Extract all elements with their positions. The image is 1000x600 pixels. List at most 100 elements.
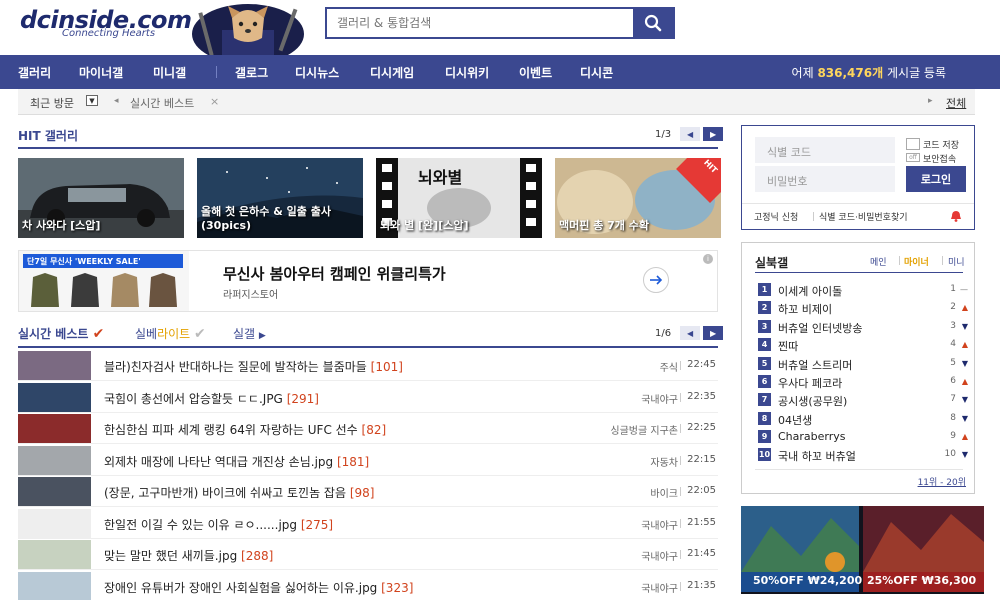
rank-gallery-name[interactable]: 버츄얼 스트리머	[778, 357, 852, 373]
hit-card[interactable]: 올해 첫 은하수 & 일출 출사 (30pics)	[197, 158, 363, 238]
realtime-tab-minor[interactable]: 마이너	[904, 255, 929, 268]
post-row[interactable]: 한심한심 피파 세계 랭킹 64위 자랑하는 UFC 선수 [82] 싱글벙글 …	[18, 413, 718, 444]
rank-gallery-name[interactable]: 이세계 아이돌	[778, 283, 842, 299]
post-divider	[680, 361, 681, 370]
realtime-tab-divider	[942, 256, 943, 265]
tab-silbe-light[interactable]: 실베라이트 ✔	[135, 325, 206, 342]
post-title[interactable]: 블라)친자검사 반대하나는 질문에 발작하는 블줌마들 [101]	[104, 358, 403, 375]
search-button[interactable]	[633, 9, 673, 37]
rank-gallery-name[interactable]: 국내 하꼬 버츄얼	[778, 448, 856, 464]
ad-left-discount: 50%OFF	[753, 574, 804, 587]
post-title[interactable]: 외제차 매장에 나타난 역대급 개진상 손님.jpg [181]	[104, 453, 369, 470]
post-title[interactable]: 장애인 유튜버가 장애인 사회실험을 싫어하는 이유.jpg [323]	[104, 579, 413, 596]
game-ad[interactable]: 50%OFF ₩24,200 25%OFF ₩36,300	[741, 506, 984, 594]
play-icon: ▶	[258, 331, 266, 341]
ad-banner[interactable]: 단7일 무신사 'WEEKLY SALE' 무신사 봄아우터 캠페인 위클리특가…	[18, 250, 718, 312]
live-next-button[interactable]: ▶	[703, 326, 724, 340]
rank-gallery-name[interactable]: 버츄얼 인터넷방송	[778, 320, 862, 336]
post-gallery[interactable]: 자동차	[650, 454, 678, 469]
hit-card[interactable]: HIT 맥머핀 총 7개 수확	[555, 158, 721, 238]
nav-minor-gallery[interactable]: 마이너갤	[79, 64, 123, 81]
rank-item[interactable]: 10 국내 하꼬 버츄얼 10 ▼	[758, 446, 968, 464]
post-title-text: 한심한심 피파 세계 랭킹 64위 자랑하는 UFC 선수	[104, 423, 358, 437]
hit-card[interactable]: 차 사와다 [스압]	[18, 158, 184, 238]
id-field[interactable]: 식별 코드	[755, 137, 895, 163]
post-row[interactable]: 블라)친자검사 반대하나는 질문에 발작하는 블줌마들 [101] 주식 22:…	[18, 350, 718, 381]
post-gallery[interactable]: 국내야구	[641, 517, 678, 532]
recent-item[interactable]: 실시간 베스트	[130, 95, 194, 111]
nav-event[interactable]: 이벤트	[519, 64, 552, 81]
post-gallery[interactable]: 국내야구	[641, 391, 678, 406]
post-gallery[interactable]: 주식	[660, 359, 678, 374]
post-title[interactable]: 한일전 이길 수 있는 이유 ㄹㅇ......jpg [275]	[104, 516, 333, 533]
rank-item[interactable]: 2 하꼬 비제이 2 ▲	[758, 299, 968, 317]
nav-dc-con[interactable]: 디시콘	[580, 64, 613, 81]
secure-toggle[interactable]: off	[906, 153, 920, 162]
caret-right-icon: ▸	[928, 96, 933, 106]
save-code-checkbox[interactable]	[906, 138, 920, 150]
rank-gallery-name[interactable]: 하꼬 비제이	[778, 301, 832, 317]
recent-all-link[interactable]: 전체	[946, 95, 966, 111]
rank-gallery-name[interactable]: 우사다 페코라	[778, 375, 842, 391]
post-row[interactable]: 외제차 매장에 나타난 역대급 개진상 손님.jpg [181] 자동차 22:…	[18, 445, 718, 476]
trend-up-icon: ▲	[961, 340, 968, 349]
post-title[interactable]: 한심한심 피파 세계 랭킹 64위 자랑하는 UFC 선수 [82]	[104, 421, 386, 438]
ad-banner-arrow-button[interactable]	[643, 267, 669, 293]
post-gallery[interactable]: 바이크	[650, 485, 678, 500]
tab-silgal[interactable]: 실갤 ▶	[233, 325, 266, 342]
rank-change: 1	[950, 284, 956, 294]
hit-gallery-title[interactable]: HIT 갤러리	[18, 127, 78, 144]
ad-info-icon[interactable]: i	[703, 254, 713, 264]
rank-item[interactable]: 5 버츄얼 스트리머 5 ▼	[758, 355, 968, 373]
rank-item[interactable]: 8 04년생 8 ▼	[758, 410, 968, 428]
rank-gallery-name[interactable]: 공시생(공무원)	[778, 393, 847, 409]
recent-dropdown-button[interactable]: ▼	[86, 95, 98, 106]
rank-item[interactable]: 1 이세계 아이돌 1 —	[758, 281, 968, 299]
bell-icon[interactable]	[950, 210, 962, 222]
post-row[interactable]: (장문, 고구마반개) 바이크에 쉬싸고 토낀놈 잡음 [98] 바이크 22:…	[18, 476, 718, 507]
next-ranks-link[interactable]: 11위 - 20위	[918, 475, 966, 488]
post-row[interactable]: 맞는 말만 했던 새끼들.jpg [288] 국내야구 21:45	[18, 539, 718, 570]
post-gallery[interactable]: 국내야구	[641, 580, 678, 595]
post-title-text: 블라)친자검사 반대하나는 질문에 발작하는 블줌마들	[104, 360, 367, 374]
nav-dc-news[interactable]: 디시뉴스	[295, 64, 339, 81]
post-time: 22:25	[687, 422, 716, 433]
post-title[interactable]: 국힘이 총선에서 압승할듯 ㄷㄷ.JPG [291]	[104, 390, 319, 407]
fixed-nick-link[interactable]: 고정닉 신청	[754, 210, 798, 223]
rank-item[interactable]: 4 찐따 4 ▲	[758, 336, 968, 354]
post-row[interactable]: 한일전 이길 수 있는 이유 ㄹㅇ......jpg [275] 국내야구 21…	[18, 508, 718, 539]
login-button[interactable]: 로그인	[906, 166, 966, 192]
close-icon[interactable]: ×	[210, 95, 219, 108]
tab-live-best[interactable]: 실시간 베스트 ✔	[18, 325, 104, 342]
rank-item[interactable]: 7 공시생(공무원) 7 ▼	[758, 391, 968, 409]
nav-gallog[interactable]: 갤로그	[235, 64, 268, 81]
hit-card[interactable]: 뇌와별 뇌와 별 [완][스압]	[376, 158, 542, 238]
rank-item[interactable]: 9 Charaberrys 9 ▲	[758, 428, 968, 446]
post-row[interactable]: 장애인 유튜버가 장애인 사회실험을 싫어하는 이유.jpg [323] 국내야…	[18, 571, 718, 600]
nav-dc-wiki[interactable]: 디시위키	[445, 64, 489, 81]
post-title[interactable]: (장문, 고구마반개) 바이크에 쉬싸고 토낀놈 잡음 [98]	[104, 484, 374, 501]
find-account-link[interactable]: 식별 코드·비밀번호찾기	[819, 210, 908, 223]
nav-mini-gallery[interactable]: 미니갤	[153, 64, 186, 81]
hit-next-button[interactable]: ▶	[703, 127, 724, 141]
password-field[interactable]: 비밀번호	[755, 166, 895, 192]
post-gallery[interactable]: 싱글벙글 지구촌	[610, 422, 678, 437]
live-prev-button[interactable]: ◀	[680, 326, 701, 340]
rank-item[interactable]: 3 버츄얼 인터넷방송 3 ▼	[758, 318, 968, 336]
hit-prev-button[interactable]: ◀	[680, 127, 701, 141]
nav-dc-game[interactable]: 디시게임	[370, 64, 414, 81]
realtime-tab-main[interactable]: 메인	[870, 255, 887, 268]
realtime-tab-mini[interactable]: 미니	[948, 255, 965, 268]
rank-item[interactable]: 6 우사다 페코라 6 ▲	[758, 373, 968, 391]
rank-gallery-name[interactable]: 04년생	[778, 412, 812, 428]
rank-gallery-name[interactable]: Charaberrys	[778, 430, 846, 443]
next-arrow-icon: ▶	[710, 129, 717, 139]
post-row[interactable]: 국힘이 총선에서 압승할듯 ㄷㄷ.JPG [291] 국내야구 22:35	[18, 382, 718, 413]
post-divider	[680, 424, 681, 433]
rank-gallery-name[interactable]: 찐따	[778, 338, 798, 354]
post-gallery[interactable]: 국내야구	[641, 548, 678, 563]
search-input[interactable]	[327, 9, 627, 37]
nav-gallery[interactable]: 갤러리	[18, 64, 51, 81]
rank-change: 6	[950, 376, 956, 386]
post-title[interactable]: 맞는 말만 했던 새끼들.jpg [288]	[104, 547, 273, 564]
